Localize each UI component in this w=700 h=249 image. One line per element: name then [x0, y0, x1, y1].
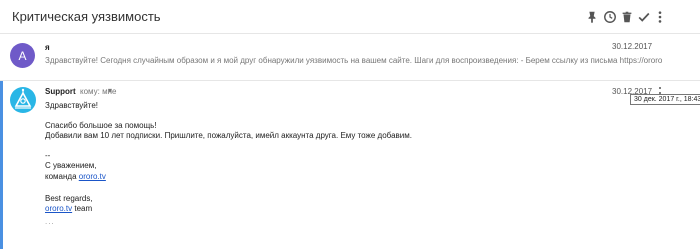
signature-team-prefix: команда: [45, 172, 79, 181]
avatar: A: [10, 43, 35, 68]
thread-title: Критическая уязвимость: [12, 9, 161, 24]
recipient-details-caret-icon[interactable]: ▾: [108, 86, 112, 95]
focus-bar: [0, 81, 3, 249]
body-greeting: Здравствуйте!: [45, 101, 99, 110]
signature-team-link[interactable]: ororo.tv: [79, 172, 106, 181]
signature-en-link[interactable]: ororo.tv: [45, 204, 72, 213]
body-text: Добавили вам 10 лет подписки. Пришлите, …: [45, 131, 412, 140]
signature-team-line: команда ororo.tv: [45, 172, 106, 181]
pin-icon[interactable]: [584, 9, 600, 25]
message-collapsed[interactable]: A я 30.12.2017 Здравствуйте! Сегодня слу…: [0, 35, 700, 79]
signature-en-suffix: team: [72, 204, 93, 213]
signature-regards: С уважением,: [45, 161, 97, 170]
message-snippet: Здравствуйте! Сегодня случайным образом …: [45, 56, 663, 65]
trash-icon[interactable]: [619, 9, 635, 25]
date-tooltip: 30 дек. 2017 г., 18:43: [630, 94, 700, 105]
sender-name: я: [45, 43, 50, 52]
signature-en-team-line: ororo.tv team: [45, 204, 92, 213]
support-avatar: [10, 87, 36, 113]
thread-header: Критическая уязвимость: [0, 0, 700, 34]
clock-icon[interactable]: [602, 9, 618, 25]
check-icon[interactable]: [636, 9, 652, 25]
more-vert-icon[interactable]: [652, 9, 668, 25]
body-thanks: Спасибо большое за помощь!: [45, 121, 157, 130]
message-expanded: Support кому: мне ▾ 30.12.2017 30 дек. 2…: [0, 80, 700, 249]
sender-name[interactable]: Support: [45, 87, 76, 96]
robot-logo-icon: [14, 88, 32, 109]
message-date: 30.12.2017: [612, 42, 653, 51]
signature-separator: --: [45, 151, 51, 160]
show-trimmed-content-button[interactable]: ...: [45, 217, 55, 226]
signature-best-regards: Best regards,: [45, 194, 93, 203]
